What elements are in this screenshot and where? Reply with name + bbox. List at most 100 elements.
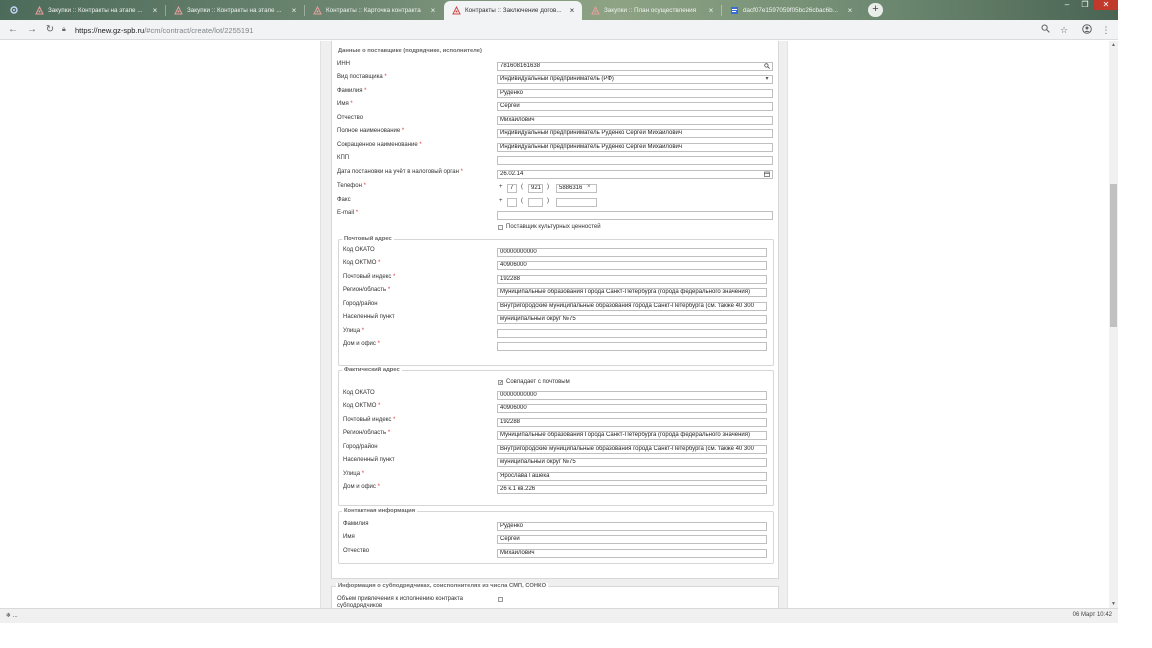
close-tab-icon[interactable]: × [568, 6, 576, 15]
tab-5[interactable]: Закупки :: План осуществления × [583, 1, 721, 20]
fax-area-field[interactable] [528, 198, 543, 207]
postal-okato-label: Код ОКАТО [343, 247, 375, 253]
postal-region-field[interactable]: Муниципальные образования Города Санкт-П… [497, 288, 767, 297]
last-name-field[interactable]: Руденко [497, 89, 773, 98]
clear-phone-icon[interactable]: × [587, 184, 591, 190]
actual-settlement-field[interactable]: муниципальный округ №75 [497, 458, 767, 467]
required-mark: * [361, 328, 365, 334]
fax-number-field[interactable] [556, 198, 597, 207]
tab-3[interactable]: Контракты :: Карточка контракта × [305, 1, 443, 20]
menu-kebab-icon[interactable]: ⋮ [1100, 24, 1112, 36]
short-name-field[interactable]: Индивидуальный предприниматель Руденко С… [497, 143, 773, 152]
actual-oktmo-label-text: Код ОКТМО [343, 403, 377, 409]
email-field[interactable] [497, 211, 773, 220]
forward-icon[interactable]: → [26, 24, 38, 36]
scrollbar-thumb[interactable] [1110, 184, 1117, 327]
postal-oktmo-field[interactable]: 40906000 [497, 261, 767, 270]
tab-title: Закупки :: Контракты на этапе ... [48, 7, 143, 14]
chevron-down-icon[interactable]: ▾ [763, 76, 771, 83]
fax-paren-open: ( [521, 198, 523, 204]
tab-6[interactable]: dacf07e1597059f05bc26cbac6b... × [722, 1, 860, 20]
actual-street-field[interactable]: Ярослава Гашека [497, 472, 767, 481]
tax-date-field[interactable]: 26.02.14 [497, 170, 773, 179]
culture-checkbox-label: Поставщик культурных ценностей [506, 224, 601, 230]
close-tab-icon[interactable]: × [429, 6, 437, 15]
new-tab-button[interactable]: + [868, 3, 883, 17]
full-name-field[interactable]: Индивидуальный предприниматель Руденко С… [497, 129, 773, 138]
same-as-postal-checkbox[interactable]: ✓ [498, 380, 503, 386]
page-scrollbar[interactable]: ▲ ▼ [1109, 41, 1118, 608]
contact-last-name-field-value: Руденко [500, 523, 523, 529]
postal-settlement-field[interactable]: муниципальный округ №75 [497, 315, 767, 324]
page-viewport: Данные о поставщике (подрядчике, исполни… [0, 41, 1110, 608]
actual-zip-field[interactable]: 192288 [497, 418, 767, 427]
postal-zip-field-value: 192288 [500, 276, 521, 282]
phone-area-field-value: 921 [531, 185, 542, 191]
required-mark: * [377, 484, 380, 490]
tab-1[interactable]: Закупки :: Контракты на этапе ... × [27, 1, 165, 20]
postal-zip-label-text: Почтовый индекс [343, 274, 392, 280]
fax-country-field[interactable] [507, 198, 517, 207]
required-mark: * [378, 403, 381, 409]
phone-label-text: Телефон [337, 183, 362, 189]
actual-region-field[interactable]: Муниципальные образования Города Санкт-П… [497, 431, 767, 440]
contact-last-name-field[interactable]: Руденко [497, 522, 767, 531]
contact-first-name-field[interactable]: Сергей [497, 535, 767, 544]
lock-icon: 🔒︎ [62, 26, 66, 33]
inn-field[interactable]: 781608161638 [497, 62, 773, 71]
close-tab-icon[interactable]: × [151, 6, 159, 15]
zoom-icon[interactable] [1039, 24, 1051, 36]
tab-title: Контракты :: Заключение догов... [465, 7, 562, 14]
reload-icon[interactable]: ↻ [44, 24, 56, 36]
contact-patronymic-field[interactable]: Михайлович [497, 549, 767, 558]
url-bar[interactable]: 🔒︎ https://new.gz-spb.ru/#cm/contract/cr… [62, 23, 1032, 37]
gear-icon[interactable] [4, 3, 24, 17]
close-tab-icon[interactable]: × [290, 6, 298, 15]
phone-country-field[interactable]: 7 [507, 184, 517, 193]
required-mark: * [387, 430, 391, 436]
first-name-field-value: Сергей [500, 103, 520, 109]
volume-checkbox[interactable] [498, 597, 503, 602]
supplier-type-label-text: Вид поставщика [337, 74, 383, 80]
bookmark-star-icon[interactable]: ☆ [1058, 24, 1070, 36]
close-tab-icon[interactable]: × [707, 6, 715, 15]
minimize-icon[interactable]: – [1058, 0, 1076, 10]
postal-oktmo-label: Код ОКТМО * [343, 260, 380, 266]
contact-patronymic-field-value: Михайлович [500, 550, 535, 556]
tab-title: Закупки :: План осуществления [604, 7, 697, 14]
search-icon[interactable] [763, 63, 771, 70]
close-tab-icon[interactable]: × [846, 6, 854, 15]
first-name-field[interactable]: Сергей [497, 102, 773, 111]
actual-okato-label-text: Код ОКАТО [343, 390, 375, 396]
actual-city-field-value: Внутригородские муниципальные образовани… [500, 446, 754, 452]
actual-house-field[interactable]: 26 к.1 кв.226 [497, 485, 767, 494]
account-icon[interactable] [1081, 24, 1093, 36]
postal-oktmo-field-value: 40906000 [500, 262, 527, 268]
supplier-type-field[interactable]: Индивидуальный предприниматель (РФ) ▾ [497, 75, 773, 84]
phone-area-field[interactable]: 921 [528, 184, 543, 193]
required-mark: * [377, 341, 380, 347]
actual-city-field[interactable]: Внутригородские муниципальные образовани… [497, 445, 767, 454]
volume-label: Объем привлечения к исполнению контракта [337, 596, 464, 602]
close-window-icon[interactable]: ✕ [1094, 0, 1118, 10]
postal-okato-field[interactable]: 00000000000 [497, 248, 767, 257]
actual-oktmo-field[interactable]: 40906000 [497, 404, 767, 413]
postal-house-field[interactable] [497, 342, 767, 351]
postal-zip-field[interactable]: 192288 [497, 275, 767, 284]
postal-street-field[interactable] [497, 329, 767, 338]
subcontract-card: Информация о субподрядчиках, соисполните… [331, 583, 779, 608]
patronymic-field[interactable]: Михайлович [497, 116, 773, 125]
scroll-down-icon[interactable]: ▼ [1109, 600, 1118, 608]
postal-city-field[interactable]: Внутригородские муниципальные образовани… [497, 302, 767, 311]
kpp-field[interactable] [497, 156, 773, 165]
status-bar: ❄ ... 06 Март 10:42 [0, 608, 1118, 623]
scroll-up-icon[interactable]: ▲ [1109, 41, 1118, 49]
browser-window: Закупки :: Контракты на этапе ... × Закупк… [0, 0, 1118, 623]
tab-2[interactable]: Закупки :: Контракты на этапе ... × [166, 1, 304, 20]
back-icon[interactable]: ← [7, 24, 19, 36]
calendar-icon[interactable] [763, 171, 771, 178]
restore-icon[interactable]: ❐ [1076, 0, 1094, 10]
tab-4[interactable]: Контракты :: Заключение догов... × [444, 1, 582, 20]
culture-checkbox[interactable] [498, 225, 503, 230]
actual-okato-field[interactable]: 00000000000 [497, 391, 767, 400]
